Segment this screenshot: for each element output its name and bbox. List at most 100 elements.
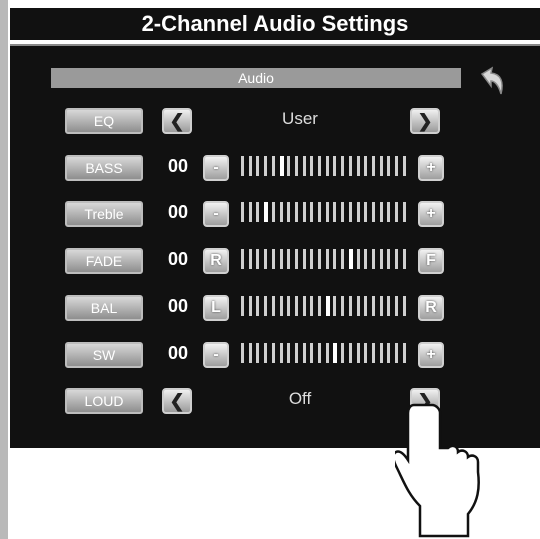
slider-tick: [395, 156, 398, 176]
chevron-left-icon[interactable]: ❮: [162, 388, 192, 414]
treble-slider[interactable]: [241, 202, 411, 222]
slider-tick: [371, 156, 375, 176]
slider-tick: [310, 202, 314, 222]
sw-slider[interactable]: [241, 343, 411, 363]
left-edge-bar: [0, 0, 8, 539]
slider-tick: [248, 156, 252, 176]
slider-tick: [241, 296, 244, 316]
slider-tick: [371, 249, 375, 269]
treble-label-button[interactable]: Treble: [65, 201, 143, 227]
slider-tick: [248, 249, 252, 269]
slider-tick: [356, 249, 360, 269]
slider-tick: [318, 202, 321, 222]
bal-value: 00: [168, 296, 189, 316]
slider-tick: [318, 156, 321, 176]
slider-thumb: [348, 249, 353, 269]
slider-tick: [333, 202, 337, 222]
bass-label-button[interactable]: BASS: [65, 155, 143, 181]
slider-tick: [248, 296, 252, 316]
slider-tick: [302, 202, 306, 222]
slider-tick: [310, 343, 314, 363]
chevron-left-icon[interactable]: ❮: [162, 108, 192, 134]
bass-slider[interactable]: [241, 156, 411, 176]
sw-label-button[interactable]: SW: [65, 342, 143, 368]
bal-decrease-button[interactable]: L: [203, 295, 229, 321]
slider-tick: [287, 343, 291, 363]
slider-tick: [371, 343, 375, 363]
loud-label-button[interactable]: LOUD: [65, 388, 143, 414]
fade-slider[interactable]: [241, 249, 411, 269]
slider-tick: [379, 296, 383, 316]
slider-tick: [318, 296, 321, 316]
slider-tick: [264, 343, 268, 363]
bass-increase-button[interactable]: +: [418, 155, 444, 181]
slider-tick: [402, 249, 406, 269]
slider-tick: [395, 296, 398, 316]
slider-tick: [356, 156, 360, 176]
slider-tick: [302, 296, 306, 316]
bal-increase-button[interactable]: R: [418, 295, 444, 321]
slider-tick: [348, 343, 352, 363]
slider-tick: [294, 249, 298, 269]
slider-tick: [248, 343, 252, 363]
panel-header: Audio: [51, 68, 461, 88]
bal-label-button[interactable]: BAL: [65, 295, 143, 321]
slider-tick: [364, 249, 368, 269]
slider-tick: [325, 343, 329, 363]
fade-value: 00: [168, 249, 189, 269]
back-arrow-icon[interactable]: [474, 64, 508, 98]
slider-tick: [356, 343, 360, 363]
slider-tick: [333, 156, 337, 176]
slider-tick: [310, 249, 314, 269]
slider-tick: [379, 343, 383, 363]
sw-increase-button[interactable]: +: [418, 342, 444, 368]
slider-tick: [279, 343, 283, 363]
slider-tick: [271, 296, 275, 316]
eq-label-button[interactable]: EQ: [65, 108, 143, 134]
bass-value: 00: [168, 156, 189, 176]
slider-tick: [302, 249, 306, 269]
slider-tick: [341, 296, 345, 316]
eq-value: User: [282, 109, 318, 128]
row-treble: Treble 00- +: [10, 197, 540, 227]
slider-tick: [387, 156, 391, 176]
slider-tick: [402, 296, 406, 316]
slider-tick: [379, 156, 383, 176]
slider-tick: [264, 296, 268, 316]
bal-slider[interactable]: [241, 296, 411, 316]
slider-tick: [241, 202, 244, 222]
slider-tick: [364, 296, 368, 316]
slider-tick: [294, 343, 298, 363]
fade-decrease-button[interactable]: R: [203, 248, 229, 274]
slider-tick: [318, 343, 321, 363]
slider-tick: [402, 156, 406, 176]
loud-value: Off: [288, 389, 312, 408]
slider-tick: [364, 156, 368, 176]
sw-decrease-button[interactable]: -: [203, 342, 229, 368]
slider-tick: [395, 249, 398, 269]
treble-value: 00: [168, 202, 189, 222]
slider-tick: [256, 156, 260, 176]
slider-tick: [271, 156, 275, 176]
slider-tick: [387, 296, 391, 316]
slider-tick: [348, 202, 352, 222]
fade-increase-button[interactable]: F: [418, 248, 444, 274]
slider-tick: [318, 249, 321, 269]
slider-tick: [364, 343, 368, 363]
audio-settings-panel: Audio EQ ❮ User ❯ BASS 00- + Treble 00- + FADE 00 R F…: [10, 44, 540, 448]
treble-increase-button[interactable]: +: [418, 201, 444, 227]
slider-tick: [325, 249, 329, 269]
bass-decrease-button[interactable]: -: [203, 155, 229, 181]
slider-tick: [341, 156, 345, 176]
chevron-right-icon[interactable]: ❯: [410, 108, 440, 134]
slider-tick: [287, 296, 291, 316]
slider-tick: [287, 156, 291, 176]
slider-tick: [294, 202, 298, 222]
slider-thumb: [279, 156, 284, 176]
treble-decrease-button[interactable]: -: [203, 201, 229, 227]
slider-tick: [325, 156, 329, 176]
page-title: 2-Channel Audio Settings: [10, 8, 540, 40]
slider-thumb: [333, 343, 338, 363]
slider-tick: [379, 202, 383, 222]
fade-label-button[interactable]: FADE: [65, 248, 143, 274]
